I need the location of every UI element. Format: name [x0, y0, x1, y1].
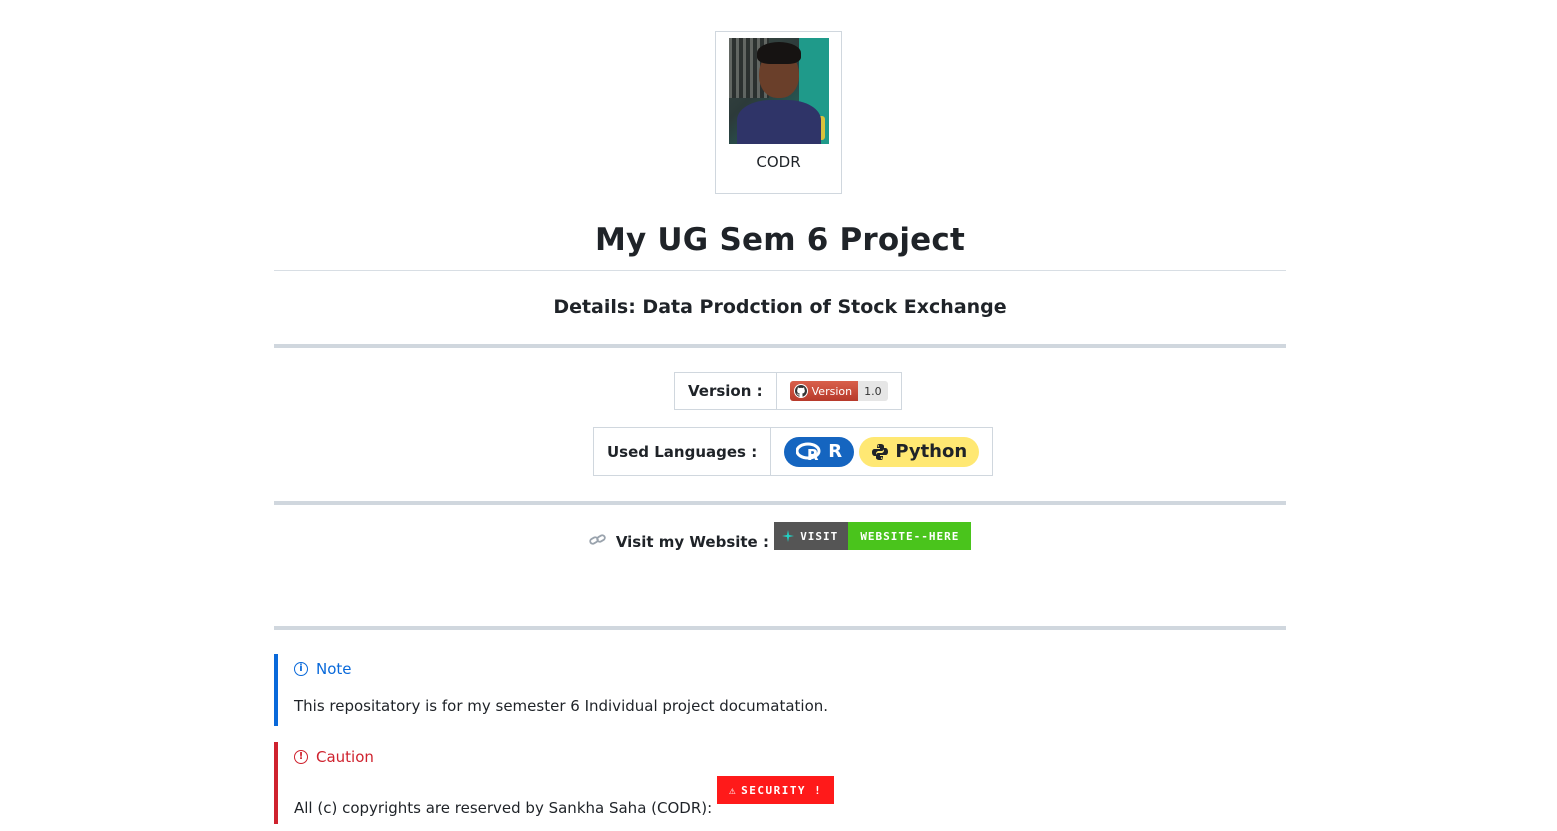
version-badge-label: Version: [811, 384, 853, 398]
svg-text:R: R: [807, 446, 819, 462]
python-language-label: Python: [895, 441, 968, 462]
caution-callout: ! Caution All (c) copyrights are reserve…: [274, 742, 1286, 824]
security-badge[interactable]: ⚠ SECURITY !: [716, 776, 835, 804]
avatar-card: CODR: [715, 31, 842, 194]
caution-text-line: All (c) copyrights are reserved by Sankh…: [294, 776, 835, 817]
python-language-badge[interactable]: Python: [859, 436, 980, 467]
divider: [274, 501, 1286, 505]
python-logo-icon: [872, 443, 889, 460]
page-title: My UG Sem 6 Project: [594, 222, 966, 258]
version-badge[interactable]: Version 1.0: [789, 381, 888, 401]
caution-text: All (c) copyrights are reserved by Sankh…: [294, 798, 713, 817]
visit-website-badge[interactable]: VISIT WEBSITE--HERE: [774, 522, 972, 550]
divider: [274, 344, 1286, 348]
visit-badge-left-label: VISIT: [800, 529, 839, 543]
caution-title-text: Caution: [316, 748, 374, 766]
warning-icon: ⚠: [728, 783, 738, 797]
avatar-caption: CODR: [756, 153, 801, 171]
r-logo-icon: R: [796, 442, 821, 462]
caution-title: ! Caution: [294, 748, 374, 766]
website-line: Visit my Website : VISIT WEBSITE--HERE: [274, 522, 1286, 556]
version-table: Version : Version 1.0: [674, 372, 902, 410]
security-badge-label: SECURITY !: [741, 783, 823, 797]
languages-table: Used Languages : R R Python: [592, 427, 994, 476]
readme-content: CODR My UG Sem 6 Project Details: Data P…: [274, 0, 1286, 831]
title-divider: [274, 270, 1286, 271]
sparkle-icon: [782, 530, 795, 542]
note-callout: i Note This repositatory is for my semes…: [274, 654, 1286, 726]
visit-badge-right-label: WEBSITE--HERE: [848, 522, 972, 550]
r-language-label: R: [828, 441, 843, 462]
info-icon: i: [294, 662, 308, 676]
note-text: This repositatory is for my semester 6 I…: [294, 697, 829, 715]
version-label: Version :: [674, 372, 777, 410]
version-badge-value: 1.0: [858, 381, 888, 401]
link-icon: [588, 533, 607, 551]
github-icon: [793, 384, 808, 398]
website-label: Visit my Website :: [615, 533, 769, 551]
alert-icon: !: [294, 750, 308, 764]
avatar[interactable]: [729, 38, 829, 144]
r-language-badge[interactable]: R R: [784, 436, 855, 467]
languages-label: Used Languages :: [592, 427, 772, 476]
note-title: i Note: [294, 660, 352, 678]
note-title-text: Note: [316, 660, 352, 678]
divider: [274, 626, 1286, 630]
project-details-heading: Details: Data Prodction of Stock Exchang…: [553, 296, 1007, 318]
